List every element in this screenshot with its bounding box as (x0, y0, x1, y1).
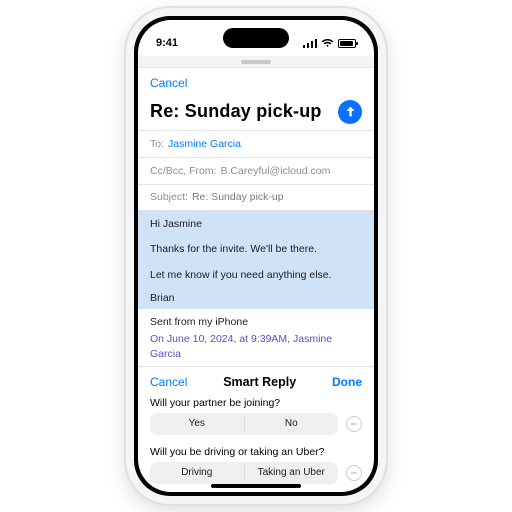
status-indicators (303, 38, 356, 48)
quoted-header: On June 10, 2024, at 9:39AM, Jasmine Gar… (138, 331, 374, 362)
message-body[interactable]: Hi Jasmine Thanks for the invite. We'll … (138, 211, 374, 366)
minus-circle-icon (350, 420, 358, 428)
smart-reply-cancel-button[interactable]: Cancel (150, 375, 187, 389)
cellular-icon (303, 39, 317, 48)
smart-reply-question-1: Will your partner be joining? (138, 394, 374, 413)
skip-question-button[interactable] (346, 465, 362, 481)
subject-field[interactable]: Subject: Re: Sunday pick-up (138, 184, 374, 210)
to-label: To: (150, 138, 164, 150)
smart-reply-header: Cancel Smart Reply Done (138, 367, 374, 394)
compose-navbar: Cancel (138, 68, 374, 98)
minus-circle-icon (350, 469, 358, 477)
from-address: B.Careyful@icloud.com (221, 165, 331, 177)
compose-title: Re: Sunday pick-up (150, 101, 322, 122)
body-signoff: Brian (138, 288, 374, 309)
option-uber[interactable]: Taking an Uber (245, 462, 339, 484)
body-paragraph-2: Let me know if you need anything else. (138, 262, 374, 288)
ccbcc-from-label: Cc/Bcc, From: (150, 165, 217, 177)
body-paragraph-1: Thanks for the invite. We'll be there. (138, 236, 374, 262)
arrow-up-icon (344, 105, 357, 118)
option-no[interactable]: No (245, 413, 339, 435)
to-recipient[interactable]: Jasmine Garcia (168, 138, 241, 150)
option-yes[interactable]: Yes (150, 413, 244, 435)
send-button[interactable] (338, 100, 362, 124)
to-field[interactable]: To: Jasmine Garcia (138, 131, 374, 157)
option-driving[interactable]: Driving (150, 462, 244, 484)
screen: 9:41 Cancel Re: Sunday pick-up (138, 20, 374, 492)
cancel-button[interactable]: Cancel (150, 76, 187, 90)
sheet-background-cap (138, 56, 374, 68)
device-bezel: 9:41 Cancel Re: Sunday pick-up (134, 16, 378, 496)
body-signature: Sent from my iPhone (138, 309, 374, 330)
ccbcc-from-field[interactable]: Cc/Bcc, From: B.Careyful@icloud.com (138, 158, 374, 184)
title-row: Re: Sunday pick-up (138, 98, 374, 130)
body-greeting: Hi Jasmine (138, 211, 374, 235)
dynamic-island (223, 28, 289, 48)
battery-icon (338, 39, 356, 48)
smart-reply-question-2: Will you be driving or taking an Uber? (138, 443, 374, 462)
home-indicator[interactable] (211, 484, 301, 488)
device-frame: 9:41 Cancel Re: Sunday pick-up (126, 8, 386, 504)
status-time: 9:41 (156, 37, 178, 49)
skip-question-button[interactable] (346, 416, 362, 432)
segmented-control: Yes No (150, 413, 338, 435)
smart-reply-options-1: Yes No (138, 413, 374, 443)
subject-value: Re: Sunday pick-up (192, 191, 284, 203)
smart-reply-done-button[interactable]: Done (332, 375, 362, 389)
subject-label: Subject: (150, 191, 188, 203)
wifi-icon (321, 38, 334, 48)
segmented-control: Driving Taking an Uber (150, 462, 338, 484)
smart-reply-title: Smart Reply (223, 375, 296, 389)
sheet-grabber[interactable] (241, 60, 271, 64)
